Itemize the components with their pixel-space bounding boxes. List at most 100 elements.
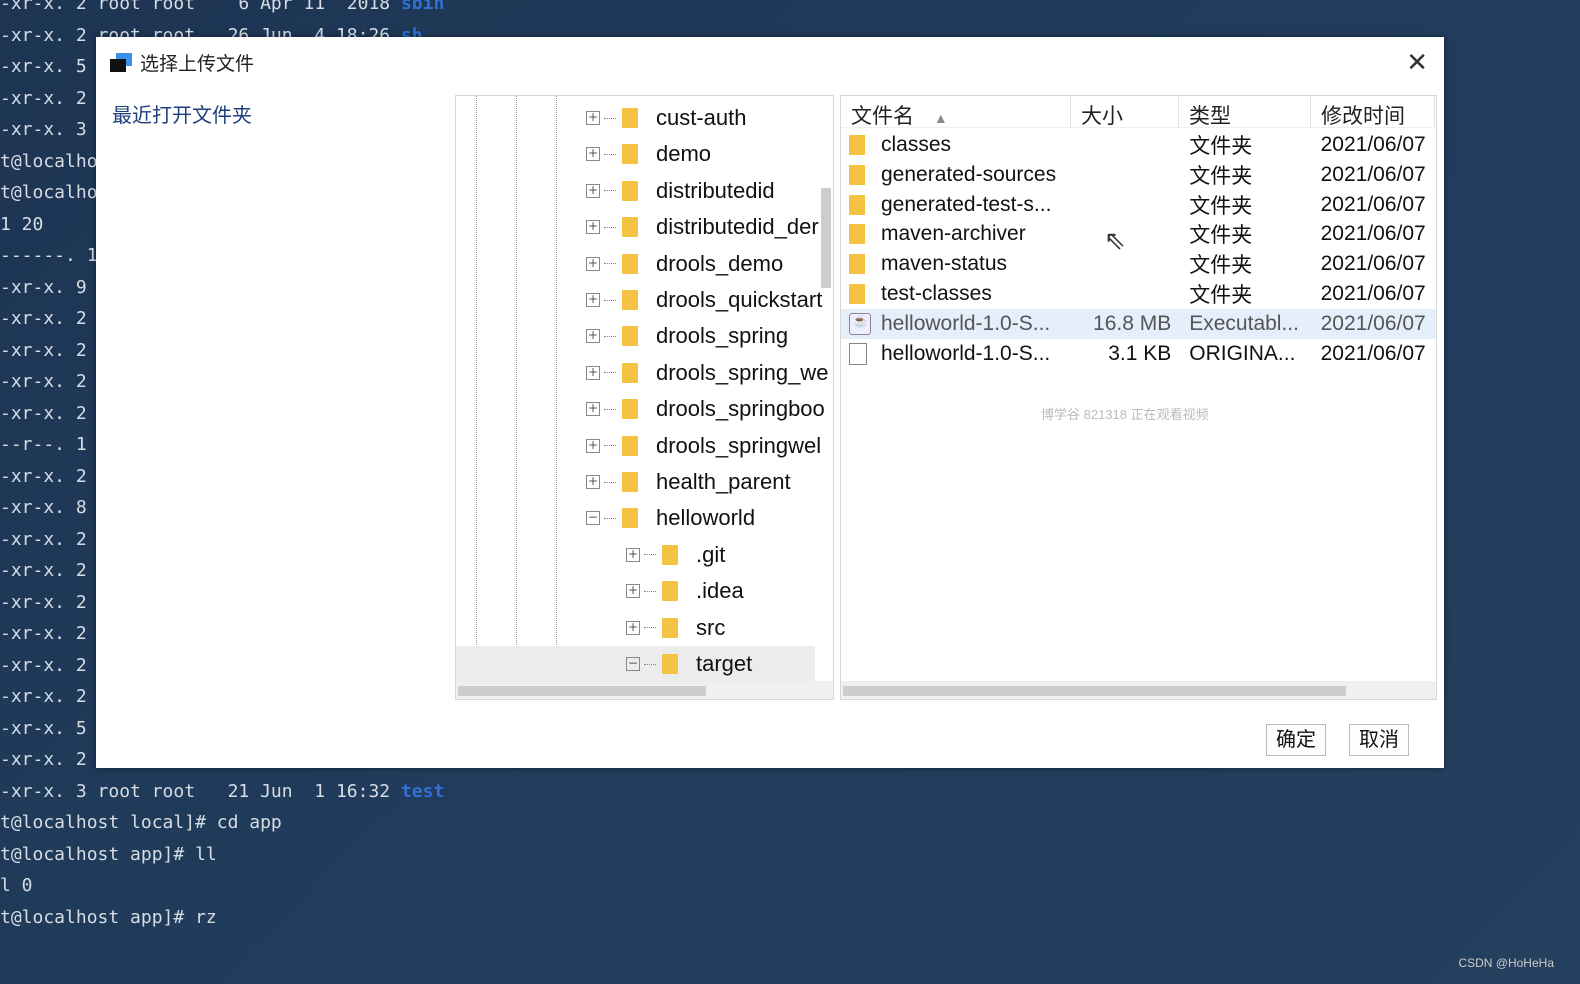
expand-icon[interactable]: + [586,293,600,307]
file-row[interactable]: ☕ helloworld-1.0-S... 16.8 MB Executabl... 2… [841,308,1436,339]
file-type: 文件夹 [1189,164,1253,188]
tree-node-label: helloworld [656,505,756,531]
file-name: generated-test-s... [881,192,1052,216]
folder-tree[interactable]: + cust-auth + demo + distributedid + distribute… [455,95,834,700]
folder-icon [662,544,678,565]
dialog-title: 选择上传文件 [140,54,255,75]
tree-node[interactable]: + drools_quickstart [586,282,822,318]
expand-icon[interactable]: + [586,256,600,271]
terminal-line: -xr-x. 3 root root 21 Jun 1 16:32 test [0,780,445,802]
tree-node-label: cust-auth [656,105,747,130]
expand-icon[interactable]: + [586,402,600,417]
expand-icon[interactable]: + [626,620,640,635]
tree-node[interactable]: + drools_spring_we [586,355,828,391]
file-name: test-classes [881,282,992,305]
tree-node-label: drools_springwel [656,432,822,458]
file-row[interactable]: classes 文件夹 2021/06/07 [841,130,1436,160]
file-row[interactable]: test-classes 文件夹 2021/06/07 [841,279,1436,309]
folder-icon [622,290,638,310]
expand-icon[interactable]: + [586,329,600,344]
folder-icon [849,194,865,215]
credit-text: CSDN @HoHeHa [1458,956,1554,970]
upload-file-dialog: 选择上传文件 ✕ 最近打开文件夹 + cust-auth + demo + distrib… [96,37,1444,768]
tree-node-label: src [696,614,726,640]
tree-node[interactable]: + demo [586,136,711,172]
expand-icon[interactable]: + [626,547,640,562]
folder-icon [849,284,865,304]
tree-node[interactable]: + src [626,610,725,646]
tree-node[interactable]: + drools_springboo [586,391,825,427]
file-date: 2021/06/07 [1320,311,1426,335]
file-type: ORIGINA... [1189,341,1296,365]
expand-icon[interactable]: + [586,183,600,198]
expand-icon[interactable]: + [586,220,600,235]
tree-node-label: distributedid_der [656,214,819,240]
tree-node[interactable]: − helloworld [586,500,755,536]
tree-node[interactable]: + health_parent [586,464,791,500]
terminal-line: t@localhost local]# cd app [0,812,282,833]
file-name: helloworld-1.0-S... [881,311,1051,335]
mouse-cursor-icon: ⇖ [1104,225,1126,255]
list-horizontal-scrollbar[interactable] [841,681,1436,699]
recent-folders-label[interactable]: 最近打开文件夹 [112,99,252,128]
terminal-line: -xr-x. 2 [0,339,87,361]
terminal-line: -xr-x. 8 [0,497,87,518]
terminal-line: -xr-x. 2 [0,591,87,613]
tree-node[interactable]: + distributedid [586,173,775,209]
column-modified[interactable]: 修改时间 [1311,96,1435,128]
tree-vertical-scrollbar[interactable] [821,188,831,288]
expand-icon[interactable]: + [586,438,600,453]
terminal-line: l 0 [0,875,33,896]
terminal-line: -xr-x. 2 root root 6 Apr 11 2018 sbin [0,0,445,14]
tree-node[interactable]: + .git [626,537,725,573]
folder-icon [622,472,638,492]
tree-node-label: drools_quickstart [656,287,823,312]
tree-node[interactable]: + .idea [626,573,744,609]
tree-node[interactable]: − target [456,646,815,682]
tree-node[interactable]: + drools_spring [586,318,788,354]
file-row[interactable]: maven-status 文件夹 2021/06/07 [841,249,1436,279]
expand-icon[interactable]: + [626,584,640,599]
column-type[interactable]: 类型 [1179,96,1311,128]
column-name[interactable]: 文件名 ▲ [841,96,1071,128]
tree-node[interactable]: + drools_springwel [586,428,821,464]
tree-node[interactable]: + distributedid_der [586,209,819,245]
terminal-line: ------. 1 [0,245,98,266]
folder-icon [622,108,638,128]
expand-icon[interactable]: + [586,111,600,125]
file-name: generated-sources [881,162,1057,186]
tree-node[interactable]: + cust-auth [586,100,747,136]
terminal-line: -xr-x. 2 [0,402,87,424]
file-type: 文件夹 [1189,284,1253,307]
terminal-line: -xr-x. 2 [0,560,87,581]
file-name: maven-status [881,252,1008,276]
tree-node-label: distributedid [656,177,775,203]
collapse-icon[interactable]: − [626,657,640,671]
terminal-line: -xr-x. 2 [0,749,87,770]
tree-node-label: drools_spring [656,323,789,349]
file-name: classes [881,133,952,156]
folder-icon [662,581,678,602]
folder-icon [622,217,638,238]
file-row[interactable]: generated-sources 文件夹 2021/06/07 [841,160,1436,190]
ok-button[interactable]: 确定 [1266,724,1326,756]
collapse-icon[interactable]: − [586,511,600,526]
terminal-line: -xr-x. 2 [0,654,87,676]
file-row[interactable]: generated-test-s... 文件夹 2021/06/07 [841,190,1436,220]
folder-icon [662,654,678,674]
tree-node-label: demo [656,141,712,167]
close-button[interactable]: ✕ [1406,47,1428,78]
tree-horizontal-scrollbar[interactable] [456,681,833,699]
column-size[interactable]: 大小 [1071,96,1179,128]
file-row[interactable]: helloworld-1.0-S... 3.1 KB ORIGINA... 2021/… [841,339,1436,369]
tree-node[interactable]: + drools_demo [586,246,783,282]
terminal-line: t@localho [0,150,98,172]
file-list[interactable]: 文件名 ▲ 大小 类型 修改时间 博学谷 821318 正在观看视频 class… [840,95,1437,700]
expand-icon[interactable]: + [586,365,600,380]
folder-icon [662,617,678,638]
expand-icon[interactable]: + [586,475,600,489]
file-type: 文件夹 [1189,224,1253,248]
expand-icon[interactable]: + [586,147,600,162]
file-row[interactable]: maven-archiver 文件夹 2021/06/07 [841,219,1436,249]
cancel-button[interactable]: 取消 [1349,724,1409,756]
